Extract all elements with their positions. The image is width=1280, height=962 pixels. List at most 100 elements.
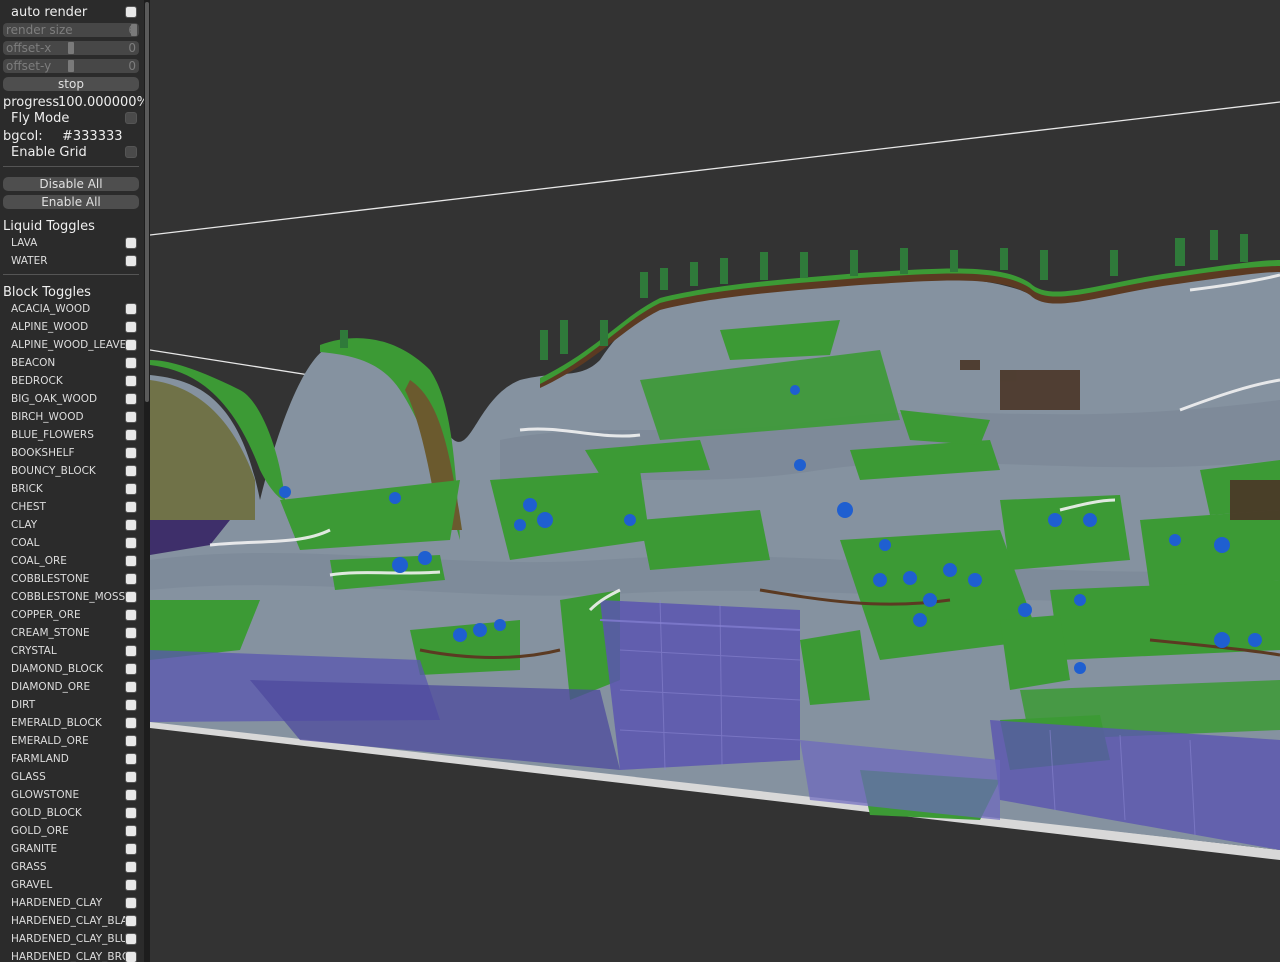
block-toggle-crystal[interactable]: CRYSTAL [0,642,142,660]
stop-button[interactable]: stop [3,77,139,91]
block-toggle-checkbox[interactable] [126,502,136,512]
enable-all-button[interactable]: Enable All [3,195,139,209]
block-toggle-checkbox[interactable] [126,592,136,602]
block-toggle-checkbox[interactable] [126,808,136,818]
block-toggle-checkbox[interactable] [126,952,136,962]
block-toggle-label: HARDENED_CLAY_BLACK [11,915,129,927]
block-toggle-cream-stone[interactable]: CREAM_STONE [0,624,142,642]
block-toggle-chest[interactable]: CHEST [0,498,142,516]
fly-mode-checkbox[interactable] [126,113,136,123]
block-toggle-emerald-ore[interactable]: EMERALD_ORE [0,732,142,750]
block-toggle-dirt[interactable]: DIRT [0,696,142,714]
block-toggle-checkbox[interactable] [126,700,136,710]
block-toggle-coal[interactable]: COAL [0,534,142,552]
block-toggle-checkbox[interactable] [126,448,136,458]
block-toggle-checkbox[interactable] [126,610,136,620]
block-toggle-checkbox[interactable] [126,520,136,530]
block-toggle-acacia-wood[interactable]: ACACIA_WOOD [0,300,142,318]
offset-x-slider-handle[interactable] [68,42,74,54]
block-toggle-checkbox[interactable] [126,718,136,728]
render-size-slider[interactable]: render size 6 [3,23,139,37]
block-toggle-hardened-clay-blue[interactable]: HARDENED_CLAY_BLUE [0,930,142,948]
block-toggle-checkbox[interactable] [126,790,136,800]
block-toggle-bouncy-block[interactable]: BOUNCY_BLOCK [0,462,142,480]
disable-all-row: Disable All [0,175,142,193]
block-toggle-glowstone[interactable]: GLOWSTONE [0,786,142,804]
block-toggle-checkbox[interactable] [126,394,136,404]
disable-all-button[interactable]: Disable All [3,177,139,191]
block-toggle-copper-ore[interactable]: COPPER_ORE [0,606,142,624]
block-toggle-cobblestone[interactable]: COBBLESTONE [0,570,142,588]
block-toggle-bookshelf[interactable]: BOOKSHELF [0,444,142,462]
block-toggle-checkbox[interactable] [126,664,136,674]
liquid-toggle-checkbox[interactable] [126,238,136,248]
fly-mode-toggle[interactable]: Fly Mode [0,109,142,127]
block-toggle-checkbox[interactable] [126,340,136,350]
panel-scrollbar[interactable] [144,0,150,962]
enable-grid-toggle[interactable]: Enable Grid [0,143,142,161]
block-toggle-checkbox[interactable] [126,646,136,656]
block-toggle-checkbox[interactable] [126,484,136,494]
render-size-slider-handle[interactable] [131,24,137,36]
block-toggle-checkbox[interactable] [126,358,136,368]
block-toggle-beacon[interactable]: BEACON [0,354,142,372]
block-toggle-glass[interactable]: GLASS [0,768,142,786]
block-toggle-alpine-wood-leaves[interactable]: ALPINE_WOOD_LEAVES [0,336,142,354]
panel-scrollbar-thumb[interactable] [145,2,149,402]
block-toggle-cobblestone-mossy[interactable]: COBBLESTONE_MOSSY [0,588,142,606]
block-toggle-checkbox[interactable] [126,628,136,638]
block-toggle-checkbox[interactable] [126,862,136,872]
render-viewport[interactable] [150,0,1280,962]
auto-render-checkbox[interactable] [126,7,136,17]
block-toggle-checkbox[interactable] [126,736,136,746]
block-toggle-gold-block[interactable]: GOLD_BLOCK [0,804,142,822]
block-toggle-emerald-block[interactable]: EMERALD_BLOCK [0,714,142,732]
enable-grid-checkbox[interactable] [126,147,136,157]
block-toggle-checkbox[interactable] [126,322,136,332]
block-toggle-bedrock[interactable]: BEDROCK [0,372,142,390]
block-toggle-gold-ore[interactable]: GOLD_ORE [0,822,142,840]
block-toggle-brick[interactable]: BRICK [0,480,142,498]
liquid-toggle-checkbox[interactable] [126,256,136,266]
liquid-toggle-water[interactable]: WATER [0,252,142,270]
block-toggle-granite[interactable]: GRANITE [0,840,142,858]
bgcol-input[interactable]: #333333 [62,129,123,144]
block-toggle-big-oak-wood[interactable]: BIG_OAK_WOOD [0,390,142,408]
block-toggle-diamond-ore[interactable]: DIAMOND_ORE [0,678,142,696]
offset-y-slider-handle[interactable] [68,60,74,72]
block-toggle-alpine-wood[interactable]: ALPINE_WOOD [0,318,142,336]
block-toggle-checkbox[interactable] [126,574,136,584]
block-toggle-checkbox[interactable] [126,556,136,566]
block-toggle-checkbox[interactable] [126,916,136,926]
liquid-toggle-lava[interactable]: LAVA [0,234,142,252]
block-toggle-label: DIAMOND_BLOCK [11,663,104,675]
block-toggle-checkbox[interactable] [126,376,136,386]
block-toggle-checkbox[interactable] [126,430,136,440]
block-toggle-clay[interactable]: CLAY [0,516,142,534]
block-toggle-grass[interactable]: GRASS [0,858,142,876]
block-toggle-checkbox[interactable] [126,826,136,836]
block-toggle-checkbox[interactable] [126,466,136,476]
block-toggle-hardened-clay-brown[interactable]: HARDENED_CLAY_BROWN [0,948,142,962]
auto-render-toggle[interactable]: auto render [0,3,142,21]
block-toggle-birch-wood[interactable]: BIRCH_WOOD [0,408,142,426]
block-toggle-checkbox[interactable] [126,538,136,548]
block-toggle-coal-ore[interactable]: COAL_ORE [0,552,142,570]
block-toggle-hardened-clay[interactable]: HARDENED_CLAY [0,894,142,912]
block-toggle-checkbox[interactable] [126,412,136,422]
block-toggle-farmland[interactable]: FARMLAND [0,750,142,768]
block-toggle-diamond-block[interactable]: DIAMOND_BLOCK [0,660,142,678]
block-toggle-checkbox[interactable] [126,934,136,944]
block-toggle-checkbox[interactable] [126,754,136,764]
block-toggle-checkbox[interactable] [126,898,136,908]
block-toggle-checkbox[interactable] [126,880,136,890]
block-toggle-checkbox[interactable] [126,682,136,692]
offset-x-slider[interactable]: offset-x 0 [3,41,139,55]
block-toggle-blue-flowers[interactable]: BLUE_FLOWERS [0,426,142,444]
block-toggle-gravel[interactable]: GRAVEL [0,876,142,894]
block-toggle-checkbox[interactable] [126,844,136,854]
block-toggle-checkbox[interactable] [126,304,136,314]
block-toggle-hardened-clay-black[interactable]: HARDENED_CLAY_BLACK [0,912,142,930]
offset-y-slider[interactable]: offset-y 0 [3,59,139,73]
block-toggle-checkbox[interactable] [126,772,136,782]
